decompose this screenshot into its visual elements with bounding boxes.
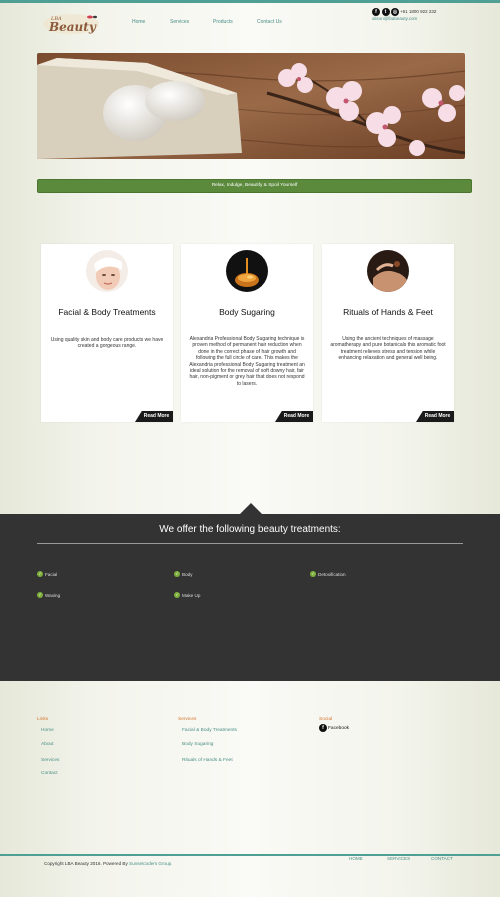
card-title: Rituals of Hands & Feet — [343, 307, 433, 317]
bottom-accent-line — [0, 854, 500, 856]
read-more-button[interactable]: Read More — [275, 411, 313, 422]
header-email[interactable]: alison@lbabeauty.com — [372, 16, 417, 21]
treatment-label: Body — [182, 571, 193, 577]
footer-services-column: Services — [178, 717, 196, 722]
nav-services[interactable]: Services — [170, 19, 189, 25]
service-card-hands-feet: Rituals of Hands & Feet Using the ancien… — [322, 244, 454, 422]
card-body: Using quality skin and body care product… — [50, 337, 164, 350]
hero-banner — [37, 53, 465, 159]
bottom-nav-services[interactable]: SERVICES — [387, 856, 410, 861]
nav-home[interactable]: Home — [132, 19, 145, 25]
treatment-item: ✓ Waxing — [37, 592, 60, 598]
top-accent-line — [0, 0, 500, 3]
footer-links-column: Links — [37, 717, 48, 722]
check-circle-icon: ✓ — [37, 592, 43, 598]
twitter-icon[interactable]: t — [381, 8, 390, 16]
facial-thumbnail — [86, 250, 128, 292]
tagline-bar: Relax, Indulge, Beautify & Spoil Yoursel… — [37, 179, 472, 193]
header-phone: +61 1800 922 232 — [400, 9, 437, 14]
footer-social-title: Social — [319, 717, 333, 722]
treatment-item: ✓ Facial — [37, 571, 57, 577]
facebook-label: Facebook — [328, 725, 350, 731]
header-social-icons: f t ◎ — [372, 8, 399, 16]
treatment-item: ✓ Body — [174, 571, 192, 577]
main-nav: Home Services Products Contact Us — [0, 19, 500, 27]
footer-service-hands-feet[interactable]: Rituals of Hands & Feet — [182, 758, 233, 763]
bottom-nav-contact[interactable]: CONTACT — [431, 856, 453, 861]
card-body: Alexandria Professional Body Sugaring te… — [189, 336, 305, 387]
nav-products[interactable]: Products — [213, 19, 233, 25]
check-circle-icon: ✓ — [37, 571, 43, 577]
card-body: Using the ancient techniques of massage … — [330, 336, 446, 362]
hands-feet-thumbnail — [367, 250, 409, 292]
hero-image — [37, 53, 465, 159]
check-circle-icon: ✓ — [310, 571, 316, 577]
treatment-label: Detoxification — [318, 571, 346, 577]
facebook-icon: f — [319, 724, 327, 732]
footer-link-about[interactable]: About — [41, 742, 54, 747]
check-circle-icon: ✓ — [174, 571, 180, 577]
nav-contact-us[interactable]: Contact Us — [257, 19, 282, 25]
copyright-text: Copyright LBA Beauty 2016. Powered By — [44, 861, 130, 866]
service-card-facial: Facial & Body Treatments Using quality s… — [41, 244, 173, 422]
treatment-label: Facial — [45, 571, 58, 577]
facebook-icon[interactable]: f — [372, 8, 380, 16]
bottom-nav-home[interactable]: HOME — [349, 856, 363, 861]
treatment-item: ✓ Make Up — [174, 592, 200, 598]
treatment-label: Waxing — [45, 592, 61, 598]
check-circle-icon: ✓ — [174, 592, 180, 598]
read-more-button[interactable]: Read More — [135, 411, 173, 422]
powered-by-link[interactable]: Sunsetcoders Group. — [129, 861, 172, 866]
footer-link-home[interactable]: Home — [41, 728, 54, 733]
treatments-heading: We offer the following beauty treatments… — [159, 524, 341, 535]
service-card-sugaring: Body Sugaring Alexandria Professional Bo… — [181, 244, 313, 422]
footer-service-sugaring[interactable]: Body Sugaring — [182, 742, 213, 747]
footer-link-contact[interactable]: Contact — [41, 771, 58, 776]
footer-service-facial[interactable]: Facial & Body Treatments — [182, 728, 237, 733]
sugaring-thumbnail — [226, 250, 268, 292]
read-more-button[interactable]: Read More — [416, 411, 454, 422]
copyright: Copyright LBA Beauty 2016. Powered By Su… — [44, 861, 172, 866]
footer-social-column: Social — [319, 717, 332, 722]
card-title: Facial & Body Treatments — [58, 307, 156, 317]
footer-links-title: Links — [37, 717, 49, 722]
divider — [37, 543, 463, 544]
footer-facebook-link[interactable]: f Facebook — [319, 724, 349, 732]
footer-services-title: Services — [178, 717, 197, 722]
footer-link-services[interactable]: Services — [41, 758, 59, 763]
treatment-item: ✓ Detoxification — [310, 571, 346, 577]
treatment-label: Make Up — [182, 592, 201, 598]
treatments-section: We offer the following beauty treatments… — [0, 514, 500, 681]
instagram-icon[interactable]: ◎ — [391, 8, 399, 16]
card-title: Body Sugaring — [219, 307, 275, 317]
